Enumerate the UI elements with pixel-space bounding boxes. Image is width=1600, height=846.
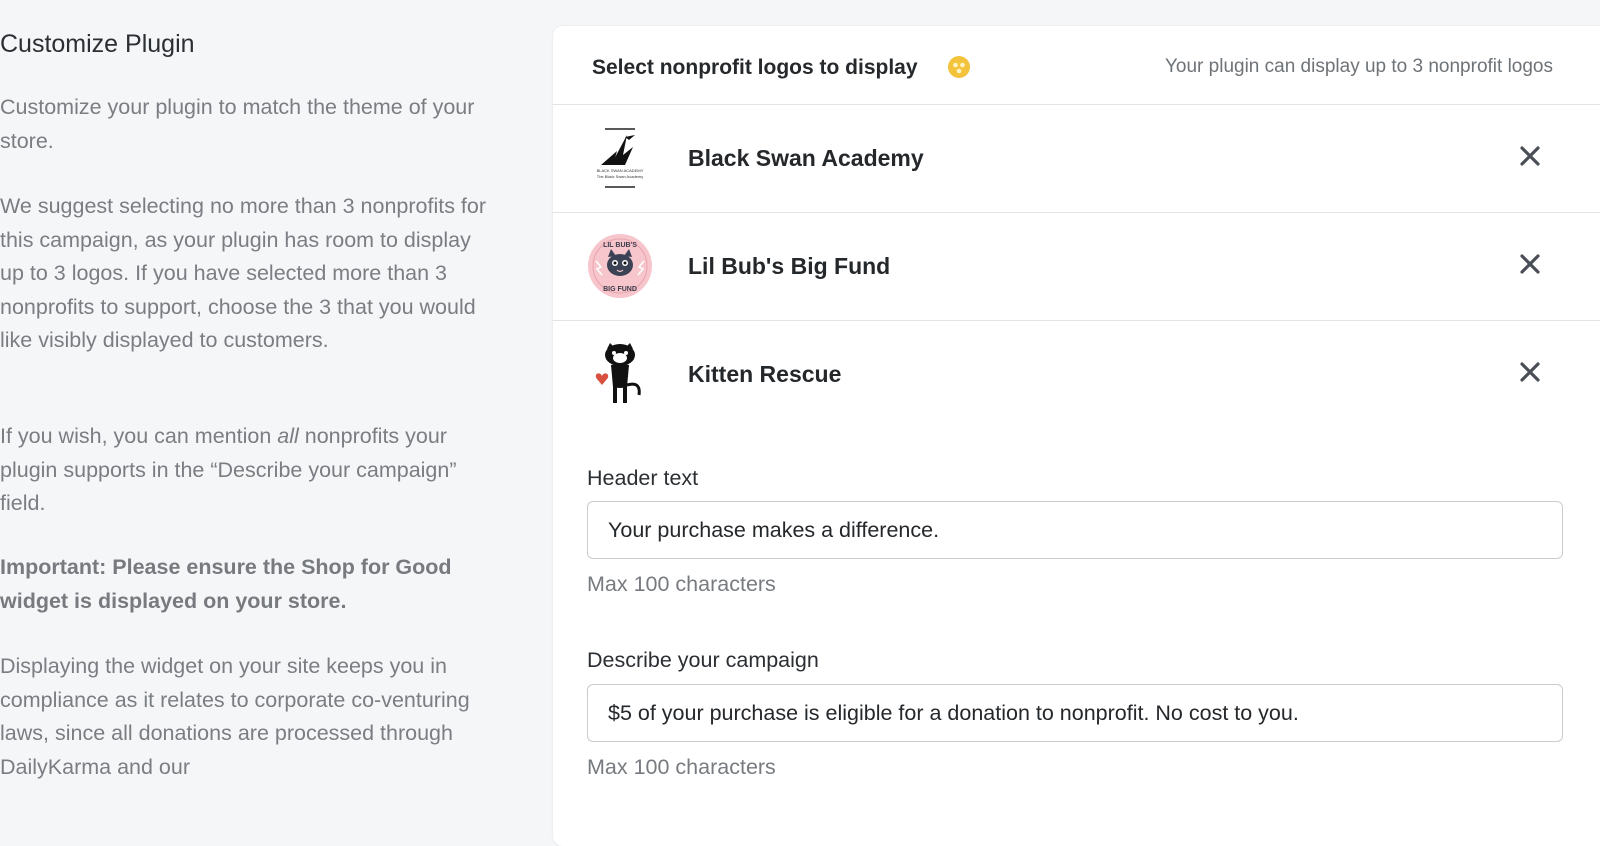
important-note: Important: Please ensure the Shop for Go… xyxy=(0,555,452,613)
suggestion-paragraph: We suggest selecting no more than 3 nonp… xyxy=(0,194,487,352)
svg-text:The Black Swan Academy: The Black Swan Academy xyxy=(597,174,643,179)
nonprofit-name: Black Swan Academy xyxy=(688,145,924,171)
nonprofit-name: Kitten Rescue xyxy=(688,361,842,387)
info-icon[interactable] xyxy=(947,55,971,79)
nonprofit-row: BLACK SWAN ACADEMY The Black Swan Academ… xyxy=(553,105,1600,213)
lil-bubs-big-fund-logo: LIL BUB'S BIG FUND xyxy=(588,234,652,298)
nonprofit-logos-card: Select nonprofit logos to display Your p… xyxy=(553,26,1600,846)
nonprofit-row: Kitten Rescue xyxy=(553,321,1600,428)
card-header: Select nonprofit logos to display Your p… xyxy=(553,26,1600,105)
svg-text:LIL BUB'S: LIL BUB'S xyxy=(603,242,637,249)
header-text-input[interactable] xyxy=(587,501,1563,559)
intro-paragraph: Customize your plugin to match the theme… xyxy=(0,95,475,153)
remove-nonprofit-close-icon[interactable] xyxy=(1517,359,1543,385)
svg-text:BLACK SWAN ACADEMY: BLACK SWAN ACADEMY xyxy=(597,168,644,173)
card-title: Select nonprofit logos to display xyxy=(592,56,918,79)
mention-paragraph: If you wish, you can mention all nonprof… xyxy=(0,424,457,515)
nonprofit-name: Lil Bub's Big Fund xyxy=(688,253,891,279)
logo-limit-note: Your plugin can display up to 3 nonprofi… xyxy=(1164,56,1553,77)
svg-text:BIG FUND: BIG FUND xyxy=(603,286,637,293)
page-title: Customize Plugin xyxy=(0,30,195,58)
campaign-description-input[interactable] xyxy=(587,684,1563,742)
header-text-label: Header text xyxy=(587,466,699,490)
campaign-description-help: Max 100 characters xyxy=(587,755,776,779)
black-swan-academy-logo: BLACK SWAN ACADEMY The Black Swan Academ… xyxy=(597,128,644,188)
campaign-description-label: Describe your campaign xyxy=(587,648,819,672)
compliance-paragraph: Displaying the widget on your site keeps… xyxy=(0,654,470,779)
remove-nonprofit-close-icon[interactable] xyxy=(1517,143,1543,169)
remove-nonprofit-close-icon[interactable] xyxy=(1517,251,1543,277)
kitten-rescue-logo xyxy=(595,343,641,403)
header-text-help: Max 100 characters xyxy=(587,572,776,596)
emphasis-all: all xyxy=(277,424,299,448)
nonprofit-row: LIL BUB'S BIG FUND Lil Bub's Big Fund xyxy=(553,213,1600,321)
